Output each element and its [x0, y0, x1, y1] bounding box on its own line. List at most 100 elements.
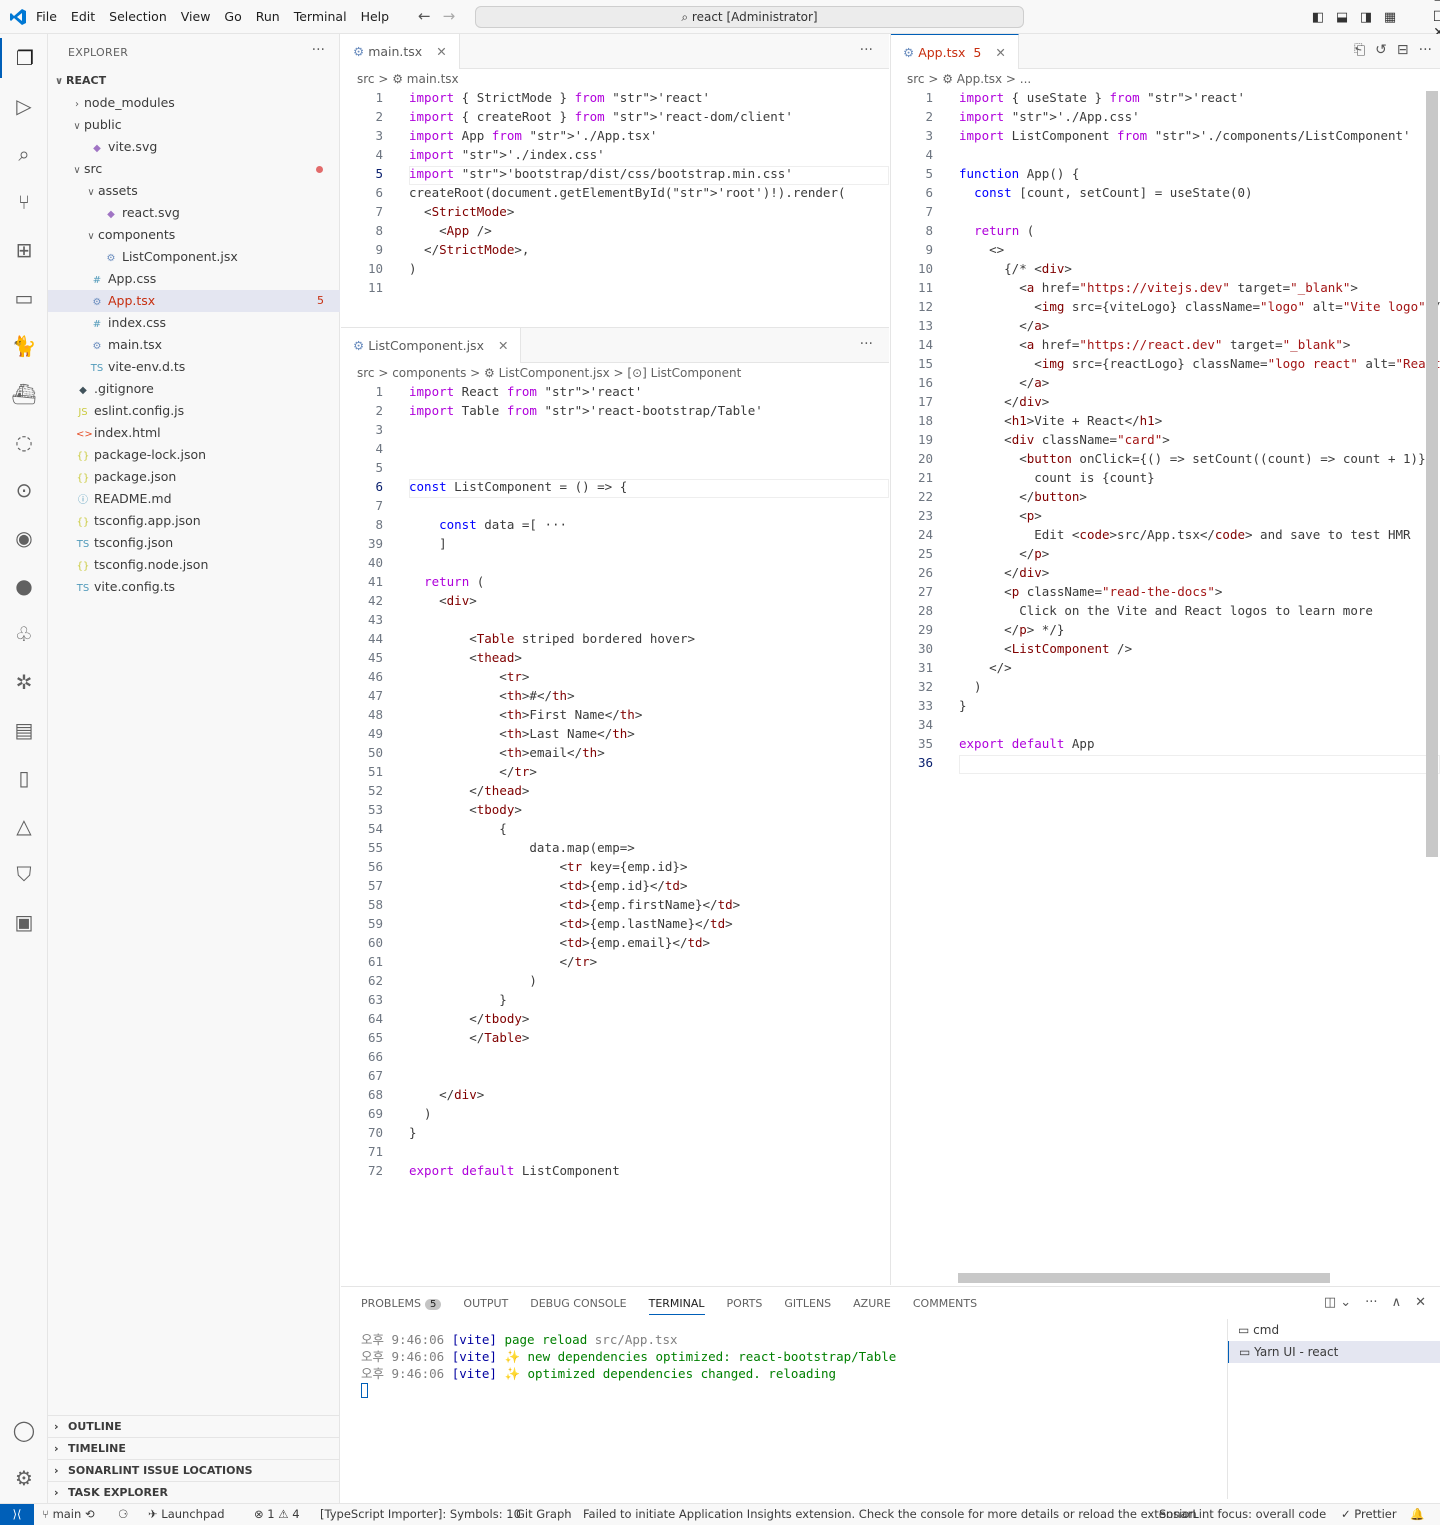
tab-main-tsx[interactable]: ⚙ main.tsx ✕ [341, 34, 460, 69]
vertical-scrollbar[interactable] [1426, 91, 1438, 857]
workspace-root[interactable]: ∨ REACT [48, 70, 340, 92]
menu-item[interactable]: Edit [71, 9, 95, 24]
tree-item[interactable]: ⚙ ListComponent.jsx [48, 246, 340, 268]
extensions-icon[interactable]: ⊞ [0, 230, 48, 270]
terminal-instance[interactable]: ▭ Yarn UI - react [1228, 1341, 1440, 1363]
panel-tab[interactable]: DEBUG CONSOLE [530, 1297, 626, 1315]
tree-item[interactable]: ◆ vite.svg [48, 136, 340, 158]
command-center[interactable]: ⌕ react [Administrator] [475, 6, 1024, 28]
run-debug-icon[interactable]: ▷ [0, 86, 48, 126]
tree-icon[interactable]: ♧ [0, 614, 48, 654]
panel-tab[interactable]: COMMENTS [913, 1297, 977, 1315]
close-icon[interactable]: ✕ [436, 44, 446, 59]
menu-item[interactable]: View [181, 9, 211, 24]
tree-item[interactable]: › node_modules [48, 92, 340, 114]
timeline-icon[interactable]: ↺ [1375, 42, 1387, 58]
sidebar-section[interactable]: › SONARLINT ISSUE LOCATIONS [48, 1459, 340, 1481]
tree-item[interactable]: TS vite-env.d.ts [48, 356, 340, 378]
tab-list-component[interactable]: ⚙ ListComponent.jsx ✕ [341, 328, 522, 363]
search-icon[interactable]: ⌕ [0, 134, 48, 174]
maximize-icon[interactable]: ☐ [1416, 9, 1440, 25]
toggle-secondary-sidebar-icon[interactable]: ◨ [1354, 10, 1378, 25]
sidebar-section[interactable]: › TASK EXPLORER [48, 1481, 340, 1503]
split-editor-icon[interactable]: ⊟ [1397, 42, 1409, 58]
tree-item[interactable]: ◆ .gitignore [48, 378, 340, 400]
importer-status[interactable]: [TypeScript Importer]: Symbols: 10 [320, 1504, 521, 1525]
tree-item[interactable]: TS tsconfig.json [48, 532, 340, 554]
tree-item[interactable]: ∨ assets [48, 180, 340, 202]
docker-icon[interactable]: ⛴ [0, 374, 48, 414]
menu-item[interactable]: Go [224, 9, 241, 24]
remote-explorer-icon[interactable]: ▭ [0, 278, 48, 318]
gear-icon[interactable]: ⚙ [0, 1458, 48, 1498]
gitgraph-status[interactable]: Git Graph [516, 1504, 572, 1525]
more-actions-icon[interactable]: ··· [312, 42, 325, 58]
tree-item[interactable]: # App.css [48, 268, 340, 290]
close-icon[interactable]: ✕ [498, 338, 508, 353]
branch-status[interactable]: ⑂ main ⟲ [42, 1504, 95, 1525]
gitlens-status-icon[interactable]: ⚆ [118, 1504, 128, 1525]
tree-item[interactable]: ◆ react.svg [48, 202, 340, 224]
more-actions-icon[interactable]: ··· [1419, 42, 1432, 58]
sidebar-section[interactable]: › OUTLINE [48, 1415, 340, 1437]
menu-item[interactable]: File [36, 9, 57, 24]
panel-tab[interactable]: PORTS [727, 1297, 763, 1315]
problems-status[interactable]: ⊗ 1 ⚠ 4 [254, 1504, 300, 1525]
close-icon[interactable]: ✕ [995, 45, 1005, 60]
tree-item[interactable]: # index.css [48, 312, 340, 334]
tree-item[interactable]: ∨ components [48, 224, 340, 246]
tree-item[interactable]: TS vite.config.ts [48, 576, 340, 598]
github-icon[interactable]: ● [0, 566, 48, 606]
tree-item[interactable]: ⓘ README.md [48, 488, 340, 510]
panel-tab[interactable]: OUTPUT [463, 1297, 508, 1315]
menu-item[interactable]: Help [361, 9, 390, 24]
panel-tab[interactable]: PROBLEMS 5 [361, 1297, 442, 1315]
yarn-icon[interactable]: 🐈 [0, 326, 48, 366]
bookmark-icon[interactable]: ⛉ [0, 854, 48, 894]
tree-item[interactable]: {} package-lock.json [48, 444, 340, 466]
layout-icon[interactable]: ▤ [0, 710, 48, 750]
prettier-status[interactable]: ✓ Prettier [1341, 1504, 1397, 1525]
more-actions-icon[interactable]: ··· [860, 42, 873, 58]
panel-tab[interactable]: GITLENS [784, 1297, 831, 1315]
split-terminal-icon[interactable]: ◫ ⌄ [1324, 1295, 1351, 1310]
tree-item[interactable]: <>index.html [48, 422, 340, 444]
launchpad-status[interactable]: ✈ Launchpad [148, 1504, 225, 1525]
mobile-icon[interactable]: ▯ [0, 758, 48, 798]
tree-item[interactable]: {} tsconfig.node.json [48, 554, 340, 576]
toggle-sidebar-icon[interactable]: ◧ [1306, 10, 1330, 25]
sidebar-section[interactable]: › TIMELINE [48, 1437, 340, 1459]
tree-item[interactable]: ∨ src [48, 158, 340, 180]
terminal-instance[interactable]: ▭ cmd [1228, 1319, 1440, 1341]
panel-tab[interactable]: TERMINAL [648, 1297, 705, 1315]
tree-item[interactable]: {} tsconfig.app.json [48, 510, 340, 532]
minimize-icon[interactable]: ─ [1416, 0, 1440, 9]
toggle-panel-icon[interactable]: ⬓ [1330, 10, 1354, 25]
menu-item[interactable]: Selection [109, 9, 167, 24]
tree-item[interactable]: ⚙ main.tsx [48, 334, 340, 356]
azure-icon[interactable]: △ [0, 806, 48, 846]
tab-app-tsx[interactable]: ⚙ App.tsx 5 ✕ [891, 34, 1019, 69]
insights-status[interactable]: Failed to initiate Application Insights … [583, 1504, 1197, 1525]
tree-item[interactable]: ⚙ App.tsx 5 [48, 290, 340, 312]
more-actions-icon[interactable]: ··· [1365, 1295, 1377, 1310]
tree-item[interactable]: JS eslint.config.js [48, 400, 340, 422]
comments-icon[interactable]: ▣ [0, 902, 48, 942]
git-graph-icon[interactable]: ⊙ [0, 470, 48, 510]
tree-item[interactable]: ∨ public [48, 114, 340, 136]
panel-tab[interactable]: AZURE [853, 1297, 891, 1315]
forward-arrow-icon[interactable]: → [443, 7, 456, 25]
menu-item[interactable]: Run [256, 9, 280, 24]
kubernetes-icon[interactable]: ✲ [0, 662, 48, 702]
more-actions-icon[interactable]: ··· [860, 336, 873, 352]
remote-icon[interactable]: ⟩⟨ [0, 1504, 34, 1525]
close-panel-icon[interactable]: ✕ [1415, 1295, 1426, 1310]
open-changes-icon[interactable]: ⎗ [1354, 42, 1365, 58]
customize-layout-icon[interactable]: ▦ [1378, 10, 1402, 25]
account-icon[interactable]: ◯ [0, 1410, 48, 1450]
menu-item[interactable]: Terminal [294, 9, 347, 24]
explorer-icon[interactable]: ❐ [0, 38, 48, 78]
gitlens-icon[interactable]: ◉ [0, 518, 48, 558]
source-control-icon[interactable]: ⑂ [0, 182, 48, 222]
sonarlint-status[interactable]: SonarLint focus: overall code [1159, 1504, 1326, 1525]
